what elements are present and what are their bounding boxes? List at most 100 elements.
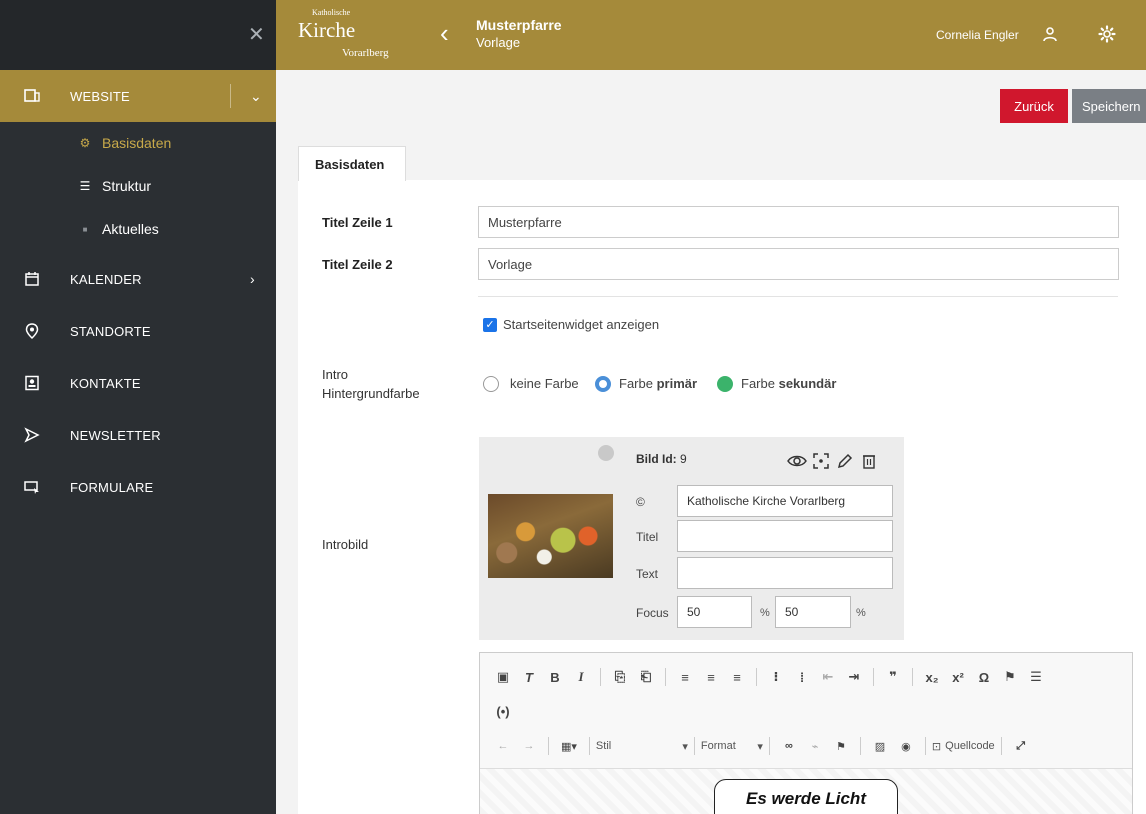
- media-icon[interactable]: ◉: [899, 737, 913, 755]
- nav-newsletter[interactable]: NEWSLETTER: [0, 409, 276, 461]
- nav-website-label: WEBSITE: [70, 88, 130, 104]
- send-icon: [24, 427, 40, 443]
- editor-toolbar-row-1: ▣ T B I ⎘ ⎗ ≡ ≡ ≡ ⁝ ⁞ ⇤ ⇥ ❞ x₂ x² Ω ⚑ ☰: [490, 668, 1049, 686]
- back-button[interactable]: Zurück: [1000, 89, 1068, 123]
- unlink-icon[interactable]: ⌁: [808, 737, 822, 755]
- toolbar-separator: [912, 668, 913, 686]
- trash-icon[interactable]: [859, 452, 879, 470]
- toolbar-separator: [548, 737, 549, 755]
- maximize-icon[interactable]: ⤢: [1014, 737, 1028, 755]
- sidebar-item-aktuelles[interactable]: ■ Aktuelles: [0, 207, 276, 251]
- nav-formulare[interactable]: FORMULARE: [0, 461, 276, 513]
- anchor-icon[interactable]: ⚑: [1003, 668, 1017, 686]
- nav-standorte[interactable]: STANDORTE: [0, 305, 276, 357]
- focus-icon[interactable]: [811, 452, 831, 470]
- titel2-label: Titel Zeile 2: [322, 257, 393, 272]
- focus-label: Focus: [636, 606, 669, 620]
- edit-icon[interactable]: [835, 452, 855, 470]
- blockquote-icon[interactable]: ❞: [886, 668, 900, 686]
- radio-primaer-bold: primär: [656, 376, 698, 391]
- gear-icon: ⚙: [79, 136, 91, 150]
- indent-icon[interactable]: ⇥: [847, 668, 861, 686]
- eye-icon[interactable]: [787, 452, 807, 470]
- sidebar-item-basisdaten[interactable]: ⚙ Basisdaten: [0, 121, 276, 165]
- widget-checkbox[interactable]: ✓: [483, 318, 497, 332]
- radio-keine-farbe[interactable]: [483, 376, 499, 392]
- horizontal-rule-icon[interactable]: ☰: [1029, 668, 1043, 686]
- focus-x-input[interactable]: 50: [677, 596, 752, 628]
- nav-kontakte-label: KONTAKTE: [70, 375, 141, 391]
- focus-y-input[interactable]: 50: [775, 596, 851, 628]
- toolbar-separator: [756, 668, 757, 686]
- radio-primaer-prefix: Farbe: [619, 376, 653, 391]
- copyright-input[interactable]: Katholische Kirche Vorarlberg: [677, 485, 893, 517]
- format-dropdown[interactable]: Format ▾: [701, 737, 763, 755]
- copyright-label: ©: [636, 495, 645, 509]
- bold-icon[interactable]: B: [548, 668, 562, 686]
- nav-newsletter-label: NEWSLETTER: [70, 427, 161, 443]
- tab-basisdaten[interactable]: Basisdaten: [298, 146, 406, 181]
- logo-line1: Katholische: [312, 8, 351, 17]
- chevron-down-icon[interactable]: ⌄: [250, 88, 262, 105]
- widget-checkbox-label: Startseitenwidget anzeigen: [503, 317, 660, 332]
- link-icon[interactable]: ∞: [782, 737, 796, 755]
- back-chevron-icon[interactable]: ‹: [440, 20, 449, 46]
- redo-icon[interactable]: →: [522, 737, 536, 755]
- source-button[interactable]: ⊡ Quellcode: [932, 737, 995, 755]
- logo-line2: Kirche: [298, 18, 356, 42]
- bullet-list-icon[interactable]: ⁝: [769, 668, 783, 686]
- radio-farbe-sekundaer[interactable]: [717, 376, 733, 392]
- style-dropdown[interactable]: Stil ▾: [596, 737, 688, 755]
- chevron-right-icon[interactable]: ›: [250, 271, 255, 287]
- paste-text-icon[interactable]: ⎗: [639, 668, 653, 686]
- remove-format-icon[interactable]: T: [522, 668, 536, 686]
- variable-icon[interactable]: (•): [496, 702, 510, 720]
- undo-icon[interactable]: ←: [496, 737, 510, 755]
- paste-icon[interactable]: ⎘: [613, 668, 627, 686]
- introbild-label: Introbild: [322, 537, 369, 552]
- toolbar-separator: [859, 737, 861, 755]
- source-icon: ⊡: [931, 740, 942, 753]
- table-icon[interactable]: ▦▾: [561, 737, 577, 755]
- numbered-list-icon[interactable]: ⁞: [795, 668, 809, 686]
- gear-icon[interactable]: [1098, 25, 1116, 43]
- image-tools: [787, 452, 879, 470]
- page-subtitle: Vorlage: [476, 35, 521, 50]
- header: Katholische Kirche Vorarlberg ‹ Musterpf…: [276, 0, 1146, 70]
- page-title: Musterpfarre: [476, 17, 562, 33]
- titel1-input[interactable]: Musterpfarre: [478, 206, 1119, 238]
- chevron-down-icon: ▾: [757, 740, 763, 753]
- image-titel-input[interactable]: [677, 520, 893, 552]
- image-text-input[interactable]: [677, 557, 893, 589]
- image-icon[interactable]: ▨: [873, 737, 887, 755]
- align-right-icon[interactable]: ≡: [730, 668, 744, 686]
- align-center-icon[interactable]: ≡: [704, 668, 718, 686]
- info-icon[interactable]: [598, 445, 614, 461]
- user-icon[interactable]: [1042, 26, 1058, 42]
- sidebar-item-struktur[interactable]: ☰ Struktur: [0, 164, 276, 208]
- nav-website[interactable]: WEBSITE ⌄: [0, 70, 276, 122]
- italic-icon[interactable]: I: [574, 668, 588, 686]
- structure-icon: ☰: [79, 179, 91, 193]
- radio-farbe-primaer[interactable]: [595, 376, 611, 392]
- titel2-input[interactable]: Vorlage: [478, 248, 1119, 280]
- align-left-icon[interactable]: ≡: [678, 668, 692, 686]
- user-name[interactable]: Cornelia Engler: [936, 28, 1019, 42]
- superscript-icon[interactable]: x²: [951, 668, 965, 686]
- close-icon[interactable]: ✕: [248, 25, 265, 45]
- subscript-icon[interactable]: x₂: [925, 668, 939, 686]
- toolbar-separator: [588, 737, 590, 755]
- outdent-icon[interactable]: ⇤: [821, 668, 835, 686]
- save-button[interactable]: Speichern: [1072, 89, 1146, 123]
- intro-image[interactable]: [488, 494, 613, 578]
- nav-kalender[interactable]: KALENDER ›: [0, 253, 276, 305]
- toolbar-separator: [693, 737, 695, 755]
- nav-kontakte[interactable]: KONTAKTE: [0, 357, 276, 409]
- bild-id-label: Bild Id:: [636, 452, 677, 466]
- flag-icon[interactable]: ⚑: [834, 737, 848, 755]
- special-char-icon[interactable]: Ω: [977, 668, 991, 686]
- save-doc-icon[interactable]: ▣: [496, 668, 510, 686]
- editor-content-preview: Es werde Licht: [714, 779, 898, 814]
- focus-x-unit: %: [760, 607, 770, 619]
- intro-label-1: Intro: [322, 367, 349, 382]
